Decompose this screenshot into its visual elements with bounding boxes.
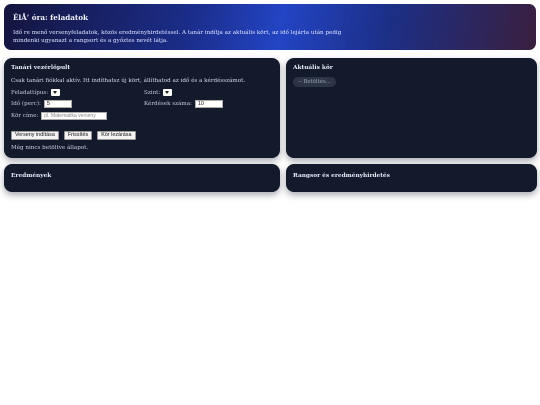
hero-banner: ÉlÅ‘ óra: feladatok Idő re menő versenyf… [4,4,536,50]
level-label: Szint: [144,89,161,96]
ranking-title: Rangsor és eredményhirdetés [293,173,390,179]
time-input[interactable]: 5 [43,100,72,108]
round-title-label: Kör címe: [11,113,39,119]
time-field: Idő (perc): 5 [11,100,72,108]
question-count-field: Kérdések száma: 10 [144,100,223,108]
page-title: ÉlÅ‘ óra: feladatok [13,13,89,22]
results-title: Eredmények [11,173,52,179]
teacher-panel-title: Tanári vezérlőpult [11,65,71,71]
results-panel: Eredmények [4,164,280,192]
task-type-field: Feladattípus: [11,89,61,96]
teacher-panel-description: Csak tanári fiókkal aktív. Itt indíthats… [11,78,246,84]
close-round-button[interactable]: Kör lezárása [97,131,136,140]
active-round-title: Aktuális kör [293,65,333,71]
status-text: Még nincs betöltve állapot. [11,145,89,151]
round-status-badge: -- Betöltés... [293,77,336,87]
round-title-input[interactable]: pl. Matematika verseny [41,112,108,120]
page-description: Idő re menő versenyfeladatok, közös ered… [13,30,342,44]
teacher-control-panel: Tanári vezérlőpult Csak tanári fiókkal a… [4,58,280,158]
level-field: Szint: [144,89,173,96]
start-competition-button[interactable]: Verseny indítása [11,131,59,140]
question-count-label: Kérdések száma: [144,101,192,107]
refresh-button[interactable]: Frissítés [63,131,93,140]
round-title-field: Kör címe: pl. Matematika verseny [11,112,108,120]
task-type-select[interactable] [51,89,61,96]
teacher-actions: Verseny indítása Frissítés Kör lezárása [11,131,273,140]
level-select[interactable] [163,89,173,96]
time-label: Idő (perc): [11,101,41,107]
task-type-label: Feladattípus: [11,89,49,96]
round-settings-form: Feladattípus: Szint: Idő (perc): 5 Kérdé… [11,89,273,129]
question-count-input[interactable]: 10 [194,100,223,108]
active-round-panel: Aktuális kör -- Betöltés... [286,58,537,158]
ranking-panel: Rangsor és eredményhirdetés [286,164,537,192]
